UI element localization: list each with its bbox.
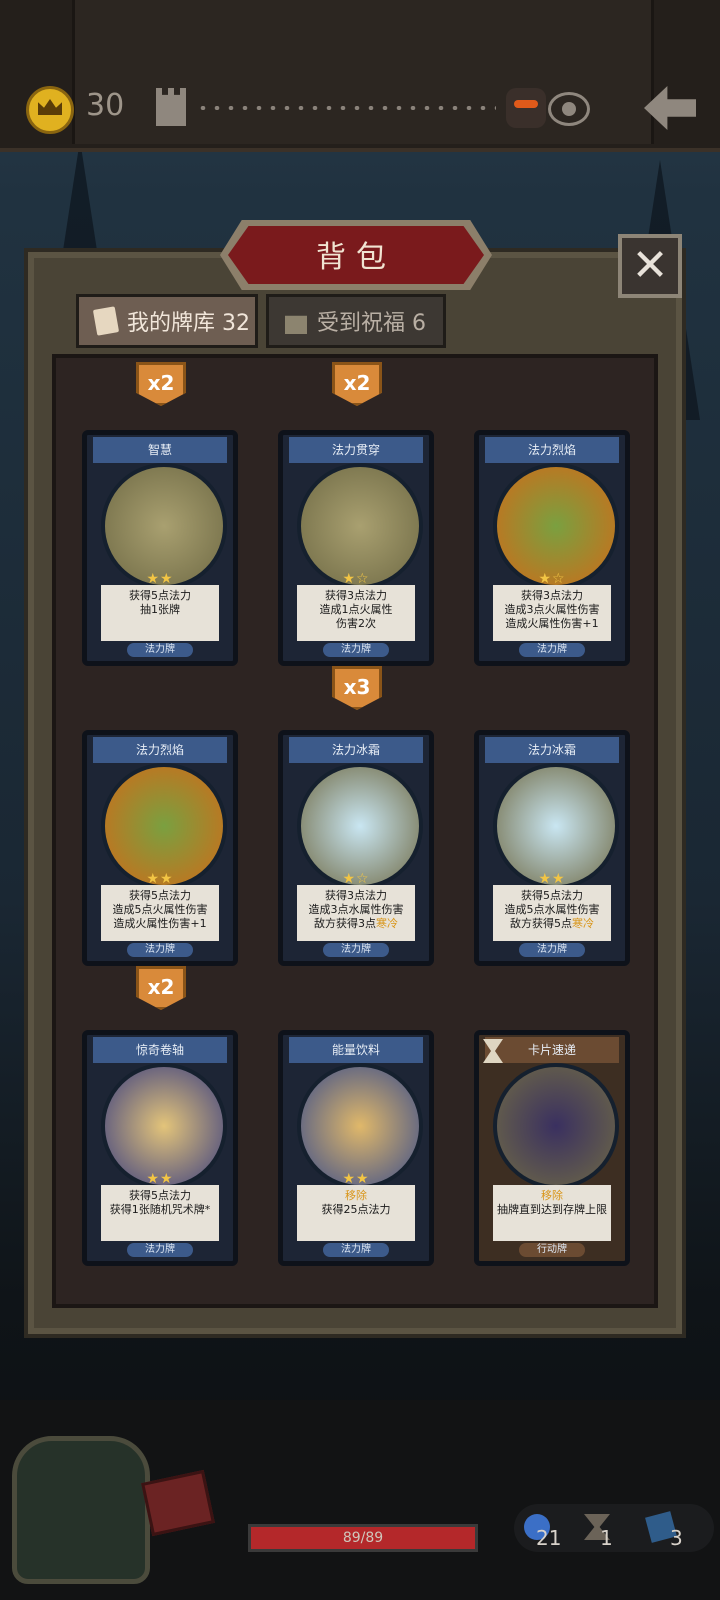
character-portrait[interactable] xyxy=(12,1436,150,1584)
tab-my-deck[interactable]: 我的牌库 32 xyxy=(76,294,258,348)
card-name: 法力烈焰 xyxy=(93,737,227,763)
hp-text: 89/89 xyxy=(342,1530,384,1546)
card-type: 法力牌 xyxy=(127,943,193,957)
card-type: 法力牌 xyxy=(127,643,193,657)
close-button[interactable]: ✕ xyxy=(618,234,682,298)
card-name: 法力贯穿 xyxy=(289,437,423,463)
card-type: 法力牌 xyxy=(323,643,389,657)
gold-amount: 30 xyxy=(86,88,125,123)
route-progress xyxy=(196,106,496,110)
tower-icon xyxy=(156,88,186,126)
card-mana-flame[interactable]: 法力烈焰 ★★ 获得5点法力 造成5点火属性伤害 造成火属性伤害+1 法力牌 xyxy=(82,730,238,966)
card-type: 行动牌 xyxy=(519,1243,585,1257)
card-name: 法力烈焰 xyxy=(485,437,619,463)
mana-count: 21 xyxy=(536,1526,562,1550)
card-type: 法力牌 xyxy=(323,943,389,957)
card-art xyxy=(493,1063,619,1189)
card-name: 智慧 xyxy=(93,437,227,463)
deck-count: 3 xyxy=(670,1526,683,1550)
tab-label: 我的牌库 32 xyxy=(127,311,250,336)
card-card-express[interactable]: 卡片速递 移除 抽牌直到达到存牌上限 行动牌 xyxy=(474,1030,630,1266)
card-mana-pierce[interactable]: 法力贯穿 ★☆ 获得3点法力 造成1点火属性 伤害2次 法力牌 xyxy=(278,430,434,666)
top-bar xyxy=(0,0,720,152)
card-type: 法力牌 xyxy=(519,943,585,957)
card-description: 获得3点法力 造成1点火属性 伤害2次 xyxy=(297,585,415,641)
gold-coin-icon xyxy=(26,86,74,134)
card-deck-icon xyxy=(92,306,120,336)
card-type: 法力牌 xyxy=(127,1243,193,1257)
card-mana-frost[interactable]: 法力冰霜 ★★ 获得5点法力 造成5点水属性伤害 敌方获得5点寒冷 法力牌 xyxy=(474,730,630,966)
panel-title: 背包 xyxy=(316,240,396,275)
card-mana-flame[interactable]: 法力烈焰 ★☆ 获得3点法力 造成3点火属性伤害 造成火属性伤害+1 法力牌 xyxy=(474,430,630,666)
card-type: 法力牌 xyxy=(519,643,585,657)
tab-blessings[interactable]: 受到祝福 6 xyxy=(266,294,446,348)
card-description: 获得5点法力 造成5点水属性伤害 敌方获得5点寒冷 xyxy=(493,885,611,941)
card-wisdom[interactable]: 智慧 ★★ 获得5点法力 抽1张牌 法力牌 xyxy=(82,430,238,666)
card-description: 获得3点法力 造成3点水属性伤害 敌方获得3点寒冷 xyxy=(297,885,415,941)
card-grid[interactable]: 智慧 ★★ 获得5点法力 抽1张牌 法力牌 法力贯穿 ★☆ 获得3点法力 造成1点火… xyxy=(52,354,658,1308)
gift-icon xyxy=(285,315,307,334)
card-type: 法力牌 xyxy=(323,1243,389,1257)
card-description: 获得5点法力 造成5点火属性伤害 造成火属性伤害+1 xyxy=(101,885,219,941)
card-description: 获得3点法力 造成3点火属性伤害 造成火属性伤害+1 xyxy=(493,585,611,641)
view-eye-icon[interactable] xyxy=(548,92,590,126)
turn-count: 1 xyxy=(600,1526,613,1550)
card-wonder-scroll[interactable]: 惊奇卷轴 ★★ 获得5点法力 获得1张随机咒术牌* 法力牌 xyxy=(82,1030,238,1266)
hp-bar: 89/89 xyxy=(248,1524,478,1552)
card-description: 获得5点法力 抽1张牌 xyxy=(101,585,219,641)
card-description: 获得5点法力 获得1张随机咒术牌* xyxy=(101,1185,219,1241)
card-name: 法力冰霜 xyxy=(485,737,619,763)
boss-icon[interactable] xyxy=(506,88,546,128)
tab-label: 受到祝福 6 xyxy=(317,311,426,336)
card-energy-drink[interactable]: 能量饮料 ★★ 移除 获得25点法力 法力牌 xyxy=(278,1030,434,1266)
card-mana-frost[interactable]: 法力冰霜 ★☆ 获得3点法力 造成3点水属性伤害 敌方获得3点寒冷 法力牌 xyxy=(278,730,434,966)
card-name: 惊奇卷轴 xyxy=(93,1037,227,1063)
card-name: 能量饮料 xyxy=(289,1037,423,1063)
card-name: 法力冰霜 xyxy=(289,737,423,763)
card-description: 移除 抽牌直到达到存牌上限 xyxy=(493,1185,611,1241)
card-description: 移除 获得25点法力 xyxy=(297,1185,415,1241)
card-name: 卡片速递 xyxy=(485,1037,619,1063)
